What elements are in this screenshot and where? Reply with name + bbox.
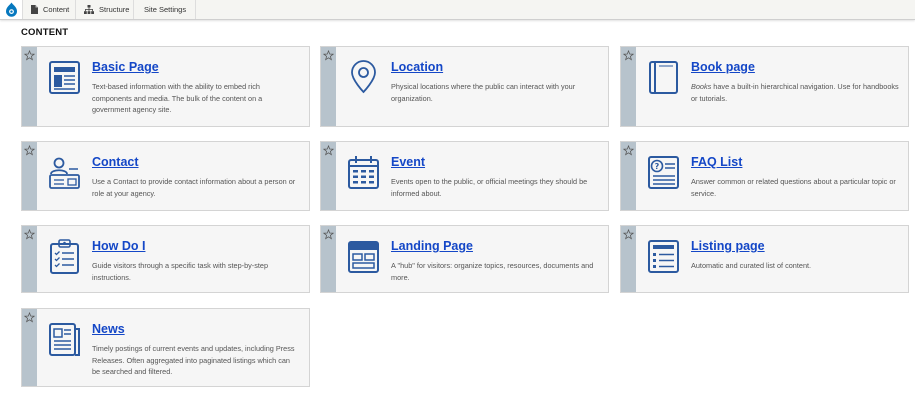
card-description-text: Automatic and curated list of content. [691, 261, 812, 270]
admin-toolbar: Content Structure Site Settings [0, 0, 915, 20]
star-icon[interactable] [24, 312, 35, 323]
card-description-text: Physical locations where the public can … [391, 82, 576, 103]
card-description: Physical locations where the public can … [391, 81, 599, 104]
card-description-text: Events open to the public, or official m… [391, 177, 588, 198]
card-description: Books have a built-in hierarchical navig… [691, 81, 899, 104]
card-book-page[interactable]: Book page Books have a built-in hierarch… [620, 46, 909, 127]
card-title[interactable]: Landing Page [391, 239, 473, 253]
card-description-text: Timely postings of current events and up… [92, 344, 295, 377]
card-basic-page[interactable]: Basic Page Text-based information with t… [21, 46, 310, 127]
book-icon [649, 61, 678, 94]
landing-page-icon [348, 241, 379, 273]
star-icon[interactable] [24, 229, 35, 240]
star-icon[interactable] [323, 50, 334, 61]
card-how-do-i[interactable]: How Do I Guide visitors through a specif… [21, 225, 310, 293]
toolbar-structure-label: Structure [99, 5, 130, 14]
contact-icon [49, 157, 80, 189]
card-description: Use a Contact to provide contact informa… [92, 176, 300, 199]
star-icon[interactable] [623, 50, 634, 61]
card-description: Timely postings of current events and up… [92, 343, 300, 378]
card-title[interactable]: Basic Page [92, 60, 159, 74]
card-description: Events open to the public, or official m… [391, 176, 599, 199]
card-description-text: A "hub" for visitors: organize topics, r… [391, 261, 594, 282]
star-icon[interactable] [323, 145, 334, 156]
star-icon[interactable] [623, 145, 634, 156]
card-description: Text-based information with the ability … [92, 81, 300, 116]
card-description: A "hub" for visitors: organize topics, r… [391, 260, 599, 283]
star-icon[interactable] [24, 145, 35, 156]
page-title: CONTENT [21, 27, 69, 38]
card-news[interactable]: News Timely postings of current events a… [21, 308, 310, 387]
toolbar-site-settings-label: Site Settings [144, 5, 187, 14]
card-title[interactable]: Event [391, 155, 425, 169]
star-icon[interactable] [323, 229, 334, 240]
toolbar-structure[interactable]: Structure [76, 0, 134, 19]
card-description-text: Guide visitors through a specific task w… [92, 261, 269, 282]
card-title[interactable]: How Do I [92, 239, 145, 253]
file-icon [31, 5, 38, 14]
star-icon[interactable] [623, 229, 634, 240]
card-description-emphasis: Books [691, 82, 712, 91]
card-description: Automatic and curated list of content. [691, 260, 899, 272]
card-description-text: Use a Contact to provide contact informa… [92, 177, 296, 198]
clipboard-icon [50, 239, 79, 274]
card-landing-page[interactable]: Landing Page A "hub" for visitors: organ… [320, 225, 609, 293]
card-contact[interactable]: Contact Use a Contact to provide contact… [21, 141, 310, 211]
card-description: Guide visitors through a specific task w… [92, 260, 300, 283]
card-title[interactable]: Listing page [691, 239, 765, 253]
map-pin-icon [351, 60, 376, 94]
card-title[interactable]: Book page [691, 60, 755, 74]
listing-icon [648, 240, 679, 273]
card-description-text: have a built-in hierarchical navigation.… [691, 82, 899, 103]
card-listing-page[interactable]: Listing page Automatic and curated list … [620, 225, 909, 293]
card-event[interactable]: Event Events open to the public, or offi… [320, 141, 609, 211]
card-description-text: Answer common or related questions about… [691, 177, 896, 198]
toolbar-content-label: Content [43, 5, 70, 14]
calendar-icon [348, 156, 379, 189]
card-title[interactable]: Location [391, 60, 443, 74]
svg-text:?: ? [655, 162, 660, 171]
card-title[interactable]: Contact [92, 155, 139, 169]
toolbar-site-settings[interactable]: Site Settings [134, 0, 196, 19]
card-location[interactable]: Location Physical locations where the pu… [320, 46, 609, 127]
card-faq-list[interactable]: ? FAQ List Answer common or related ques… [620, 141, 909, 211]
star-icon[interactable] [24, 50, 35, 61]
newspaper-icon [49, 323, 80, 356]
basic-page-icon [49, 61, 80, 94]
card-description: Answer common or related questions about… [691, 176, 899, 199]
toolbar-content[interactable]: Content [23, 0, 76, 19]
card-title[interactable]: News [92, 322, 125, 336]
drupal-logo-icon[interactable] [0, 0, 23, 19]
faq-icon: ? [648, 156, 679, 189]
card-description-text: Text-based information with the ability … [92, 82, 263, 115]
sitemap-icon [84, 5, 94, 14]
card-title[interactable]: FAQ List [691, 155, 742, 169]
